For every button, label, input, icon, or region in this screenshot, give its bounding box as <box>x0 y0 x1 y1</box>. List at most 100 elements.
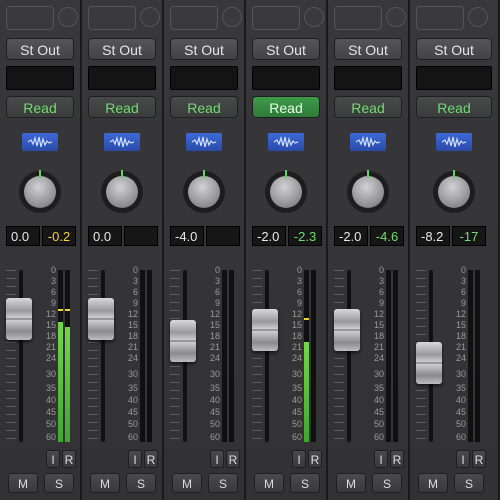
input-monitor-button[interactable]: I <box>46 450 60 468</box>
insert-slot[interactable] <box>170 66 238 90</box>
input-monitor-button[interactable]: I <box>210 450 224 468</box>
insert-slot[interactable] <box>88 66 156 90</box>
record-enable-button[interactable]: R <box>226 450 240 468</box>
automation-mode-button[interactable]: Read <box>416 96 492 118</box>
scale-label: 9 <box>296 298 302 308</box>
input-slot[interactable] <box>334 6 382 30</box>
fader-cap[interactable] <box>334 309 360 351</box>
waveform-icon[interactable] <box>104 133 140 151</box>
pan-knob[interactable] <box>265 170 307 213</box>
insert-slot[interactable] <box>6 66 74 90</box>
mute-button[interactable]: M <box>418 473 448 493</box>
automation-mode-button[interactable]: Read <box>334 96 402 118</box>
volume-readout[interactable]: -8.2 <box>416 226 450 246</box>
input-format-button[interactable] <box>222 7 242 27</box>
mute-button[interactable]: M <box>172 473 202 493</box>
waveform-icon[interactable] <box>22 133 58 151</box>
volume-fader[interactable]: 0 3 6 9 12 15 18 21 24 30 35 40 45 50 60 <box>164 265 244 442</box>
input-format-button[interactable] <box>386 7 406 27</box>
mute-button[interactable]: M <box>254 473 284 493</box>
solo-button[interactable]: S <box>372 473 402 493</box>
input-slot[interactable] <box>252 6 300 30</box>
mute-button[interactable]: M <box>90 473 120 493</box>
mute-button[interactable]: M <box>336 473 366 493</box>
solo-button[interactable]: S <box>290 473 320 493</box>
pan-knob[interactable] <box>101 170 143 213</box>
peak-readout[interactable]: -17 <box>452 226 486 246</box>
input-format-button[interactable] <box>58 7 78 27</box>
output-button[interactable]: St Out <box>416 38 492 60</box>
input-slot[interactable] <box>88 6 136 30</box>
output-button[interactable]: St Out <box>170 38 238 60</box>
volume-readout[interactable]: 0.0 <box>88 226 122 246</box>
input-monitor-button[interactable]: I <box>292 450 306 468</box>
peak-readout[interactable] <box>124 226 158 246</box>
solo-button[interactable]: S <box>454 473 484 493</box>
scale-label: 21 <box>373 342 384 352</box>
input-monitor-button[interactable]: I <box>374 450 388 468</box>
volume-fader[interactable]: 0 3 6 9 12 15 18 21 24 30 35 40 45 50 60 <box>410 265 498 442</box>
record-enable-button[interactable]: R <box>390 450 404 468</box>
pan-knob[interactable] <box>347 170 389 213</box>
automation-mode-button[interactable]: Read <box>6 96 74 118</box>
input-slot[interactable] <box>6 6 54 30</box>
fader-cap[interactable] <box>6 298 32 340</box>
automation-mode-button[interactable]: Read <box>252 96 320 118</box>
output-button[interactable]: St Out <box>334 38 402 60</box>
record-enable-button[interactable]: R <box>472 450 486 468</box>
volume-fader[interactable]: 0 3 6 9 12 15 18 21 24 30 35 40 45 50 60 <box>82 265 162 442</box>
pan-knob[interactable] <box>19 170 61 213</box>
input-format-button[interactable] <box>468 7 488 27</box>
output-button[interactable]: St Out <box>6 38 74 60</box>
waveform-icon[interactable] <box>350 133 386 151</box>
record-enable-button[interactable]: R <box>62 450 76 468</box>
peak-readout[interactable] <box>206 226 240 246</box>
record-enable-button[interactable]: R <box>308 450 322 468</box>
fader-cap[interactable] <box>416 342 442 384</box>
volume-fader[interactable]: 0 3 6 9 12 15 18 21 24 30 35 40 45 50 60 <box>246 265 326 442</box>
record-enable-button[interactable]: R <box>144 450 158 468</box>
level-meter <box>65 270 70 442</box>
waveform-icon[interactable] <box>436 133 472 151</box>
output-button[interactable]: St Out <box>252 38 320 60</box>
peak-readout[interactable]: -2.3 <box>288 226 322 246</box>
volume-readout[interactable]: -4.0 <box>170 226 204 246</box>
insert-slot[interactable] <box>416 66 492 90</box>
automation-mode-button[interactable]: Read <box>88 96 156 118</box>
volume-fader[interactable]: 0 3 6 9 12 15 18 21 24 30 35 40 45 50 60 <box>328 265 408 442</box>
insert-slot[interactable] <box>334 66 402 90</box>
input-format-button[interactable] <box>304 7 324 27</box>
input-slot[interactable] <box>170 6 218 30</box>
volume-readout[interactable]: 0.0 <box>6 226 40 246</box>
input-monitor-button[interactable]: I <box>128 450 142 468</box>
input-monitor-button[interactable]: I <box>456 450 470 468</box>
pan-knob[interactable] <box>183 170 225 213</box>
waveform-icon[interactable] <box>186 133 222 151</box>
waveform-icon[interactable] <box>268 133 304 151</box>
insert-slot[interactable] <box>252 66 320 90</box>
solo-button[interactable]: S <box>208 473 238 493</box>
fader-cap[interactable] <box>88 298 114 340</box>
fader-cap[interactable] <box>170 320 196 362</box>
scale-label: 24 <box>455 353 466 363</box>
scale-label: 30 <box>209 369 220 379</box>
scale-label: 50 <box>291 419 302 429</box>
meter-scale: 0 3 6 9 12 15 18 21 24 30 35 40 45 50 60 <box>204 265 220 442</box>
fader-ticks <box>88 270 98 442</box>
volume-fader[interactable]: 0 3 6 9 12 15 18 21 24 30 35 40 45 50 60 <box>0 265 80 442</box>
peak-readout[interactable]: -4.6 <box>370 226 404 246</box>
fader-track <box>265 270 269 442</box>
fader-cap[interactable] <box>252 309 278 351</box>
pan-knob[interactable] <box>433 170 475 213</box>
volume-readout[interactable]: -2.0 <box>334 226 368 246</box>
solo-button[interactable]: S <box>44 473 74 493</box>
input-slot[interactable] <box>416 6 464 30</box>
solo-button[interactable]: S <box>126 473 156 493</box>
automation-mode-button[interactable]: Read <box>170 96 238 118</box>
output-button[interactable]: St Out <box>88 38 156 60</box>
mute-button[interactable]: M <box>8 473 38 493</box>
input-format-button[interactable] <box>140 7 160 27</box>
scale-label: 40 <box>127 395 138 405</box>
peak-readout[interactable]: -0.2 <box>42 226 76 246</box>
volume-readout[interactable]: -2.0 <box>252 226 286 246</box>
